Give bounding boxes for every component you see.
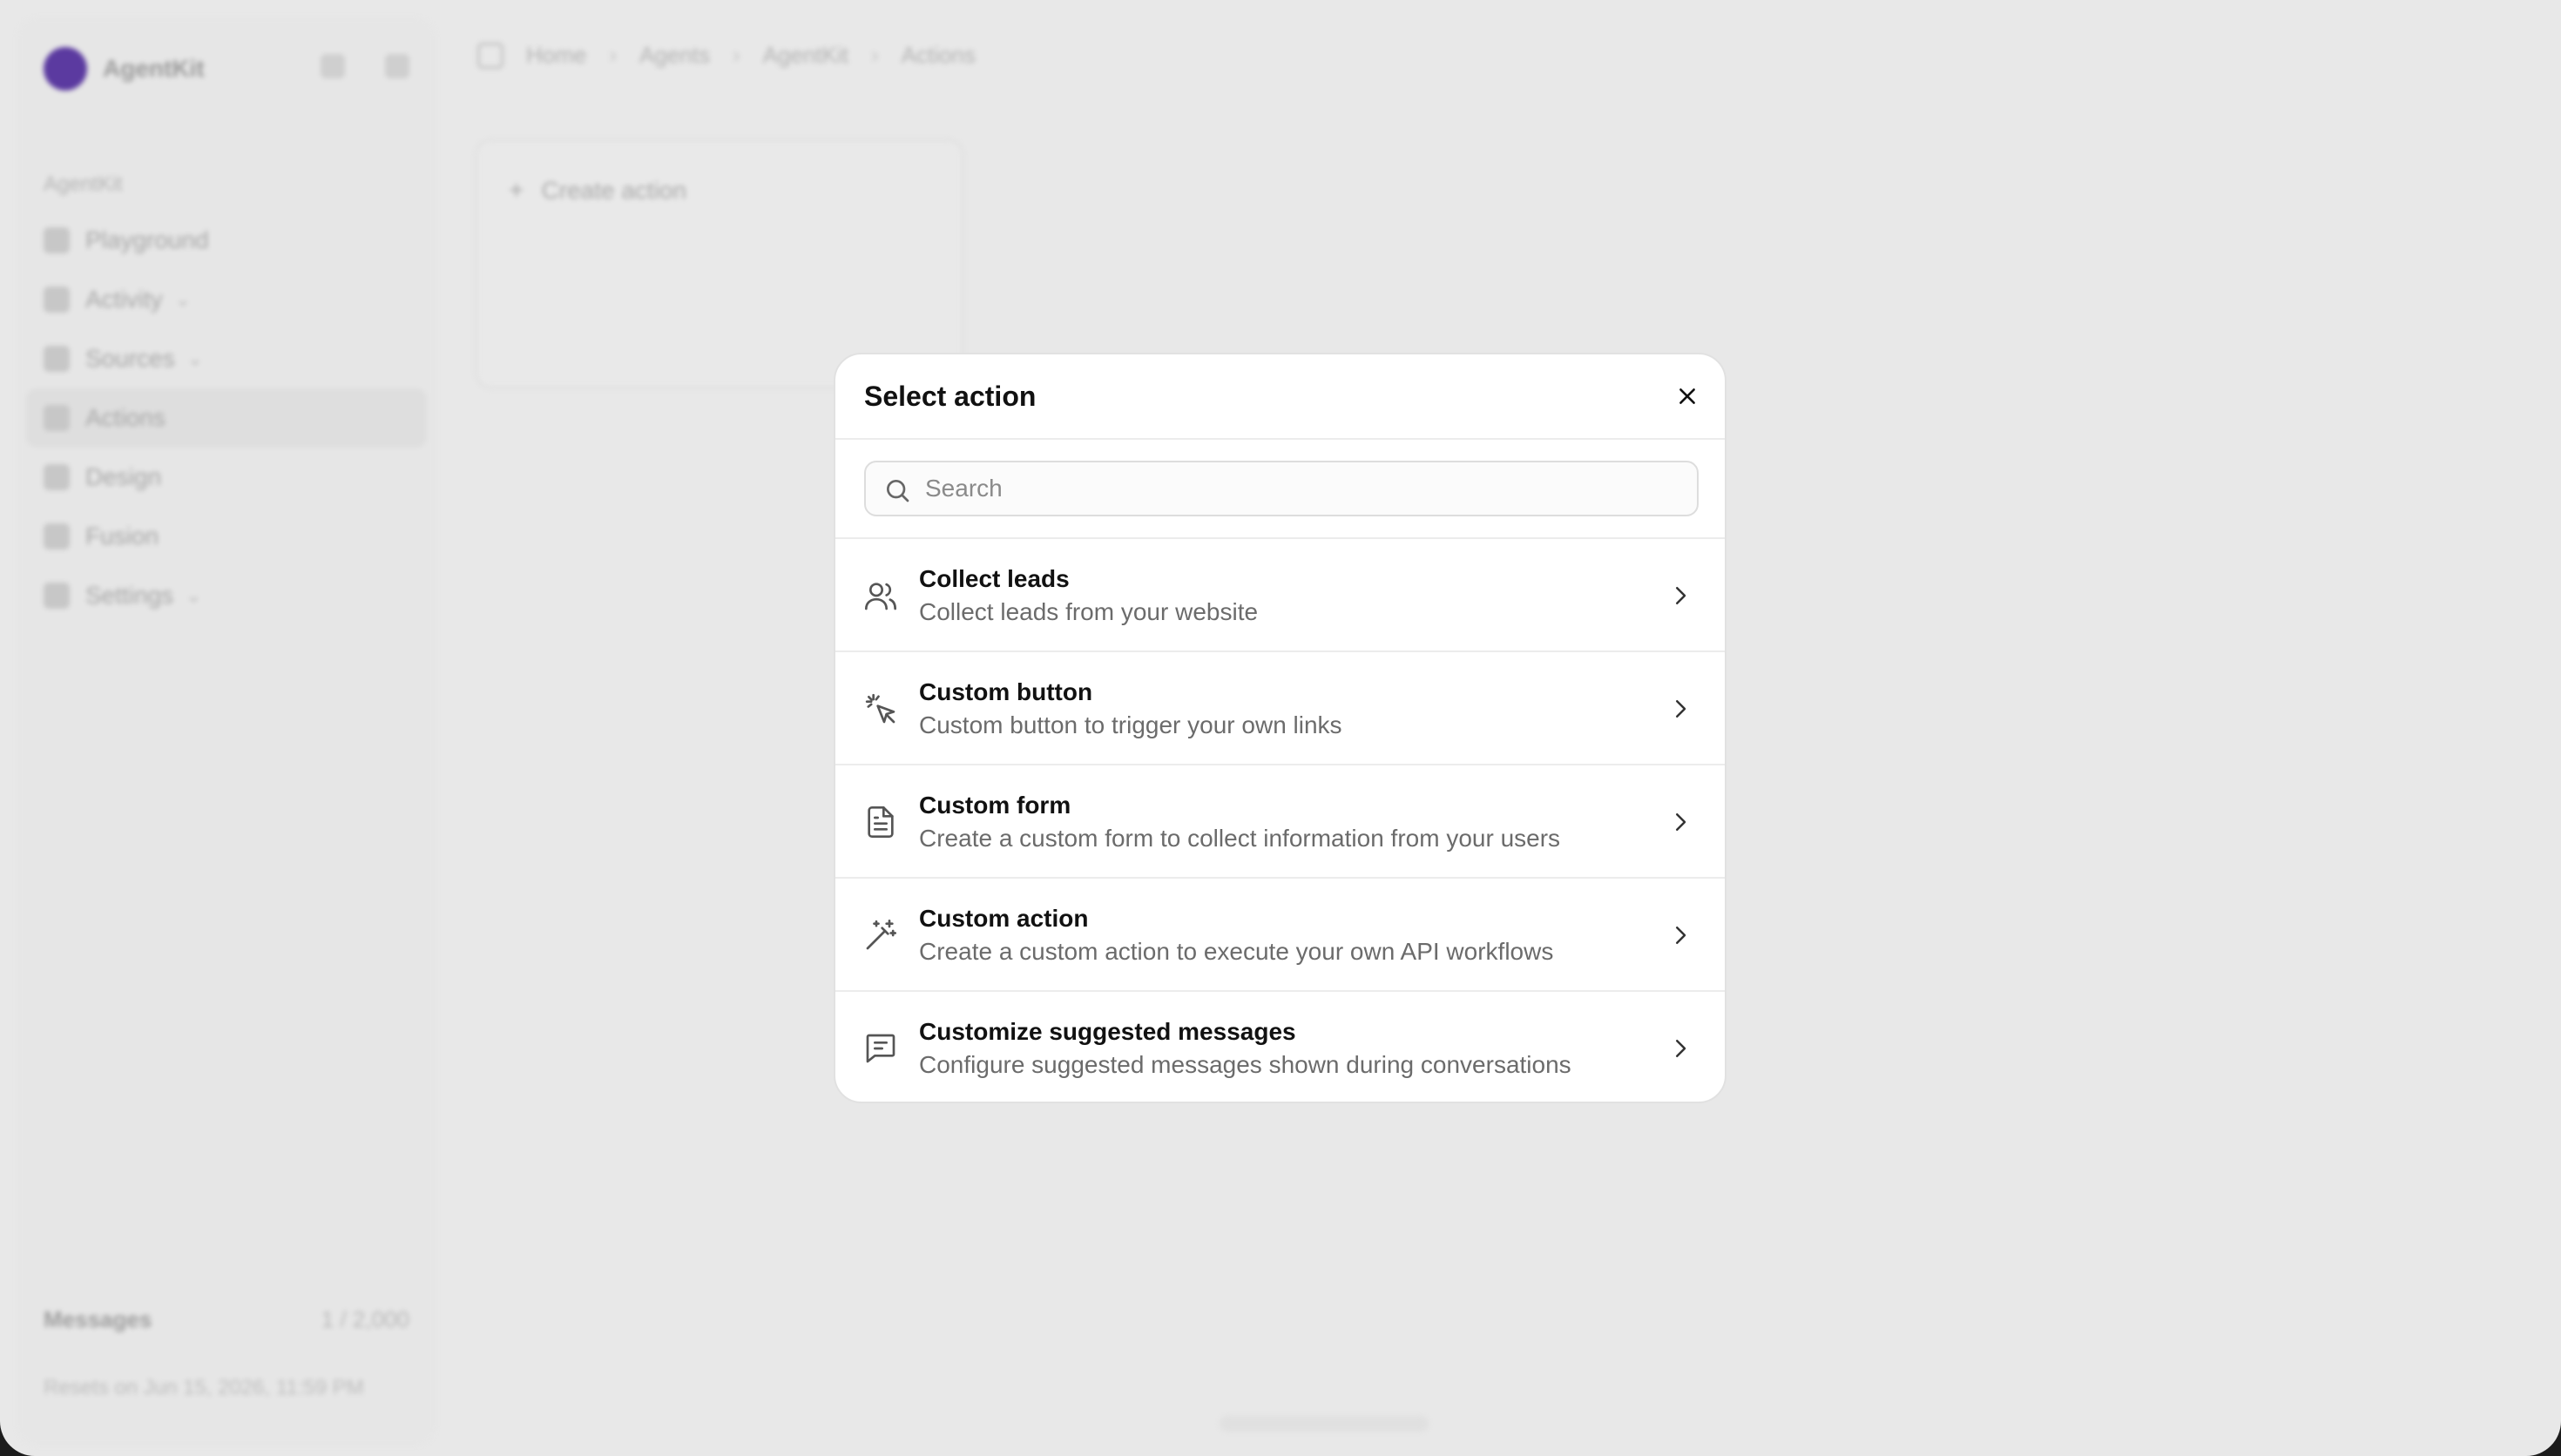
action-item-custom-button[interactable]: Custom button Custom button to trigger y… xyxy=(835,652,1725,765)
sidebar-item-actions[interactable]: Actions xyxy=(26,388,427,448)
more-icon[interactable] xyxy=(321,54,345,78)
breadcrumb-separator-icon: › xyxy=(732,42,740,68)
chevron-right-icon xyxy=(1676,927,1686,944)
bottom-indicator xyxy=(1220,1416,1429,1432)
chevron-down-icon: ⌄ xyxy=(186,347,204,369)
chevron-down-icon: ⌄ xyxy=(186,584,202,606)
action-text: Customize suggested messages Configure s… xyxy=(919,1016,1571,1082)
usage-reset-note: Resets on Jun 15, 2026, 11:59 PM xyxy=(44,1376,364,1399)
sidebar-header-icons xyxy=(321,54,409,78)
breadcrumb-separator-icon: › xyxy=(609,42,618,68)
fusion-icon xyxy=(44,523,70,549)
sidebar-toggle-icon[interactable] xyxy=(477,42,503,69)
sidebar-item-label: Settings xyxy=(85,582,174,609)
action-text: Custom form Create a custom form to coll… xyxy=(919,790,1560,856)
users-icon xyxy=(865,583,896,610)
sidebar-item-label: Actions xyxy=(85,404,166,431)
modal-title: Select action xyxy=(864,381,1037,412)
create-action-button[interactable]: + Create action xyxy=(509,176,686,206)
create-action-label: Create action xyxy=(541,177,687,204)
actions-icon xyxy=(44,405,70,431)
usage-count: 1 / 2,000 xyxy=(321,1306,409,1332)
sidebar-item-label: Design xyxy=(85,463,162,490)
action-title: Collect leads xyxy=(919,565,1070,592)
brand-name: AgentKit xyxy=(103,55,205,82)
action-item-custom-form[interactable]: Custom form Create a custom form to coll… xyxy=(835,765,1725,879)
chevron-right-icon xyxy=(1676,813,1686,831)
breadcrumb-separator-icon: › xyxy=(870,42,879,68)
action-text: Custom button Custom button to trigger y… xyxy=(919,677,1342,743)
modal-header: Select action xyxy=(835,354,1725,440)
select-action-modal: Select action Search Collect leads Colle… xyxy=(834,353,1726,1103)
sidebar-section-label: AgentKit xyxy=(44,172,123,196)
action-title: Custom form xyxy=(919,792,1071,819)
search-box[interactable] xyxy=(864,461,1699,516)
action-item-custom-action[interactable]: Custom action Create a custom action to … xyxy=(835,879,1725,992)
action-description: Create a custom form to collect informat… xyxy=(919,825,1561,852)
action-text: Collect leads Collect leads from your we… xyxy=(919,563,1258,630)
sidebar-item-settings[interactable]: Settings ⌄ xyxy=(26,566,427,625)
action-text: Custom action Create a custom action to … xyxy=(919,903,1553,969)
sidebar-item-sources[interactable]: Sources ⌄ xyxy=(26,329,427,388)
usage-meter: Messages 1 / 2,000 xyxy=(44,1306,409,1333)
sidebar-item-label: Activity xyxy=(85,286,163,313)
pointer-click-icon xyxy=(865,693,895,724)
action-title: Custom action xyxy=(919,905,1089,932)
action-item-collect-leads[interactable]: Collect leads Collect leads from your we… xyxy=(835,539,1725,652)
breadcrumb-item[interactable]: AgentKit xyxy=(763,42,848,69)
design-icon xyxy=(44,464,70,490)
chevron-right-icon xyxy=(1676,587,1686,604)
sidebar-item-playground[interactable]: Playground xyxy=(26,211,427,270)
action-item-customize-suggested-messages[interactable]: Customize suggested messages Configure s… xyxy=(835,992,1725,1102)
breadcrumb: Home › Agents › AgentKit › Actions xyxy=(477,42,976,69)
settings-gear-icon[interactable] xyxy=(385,54,409,78)
activity-icon xyxy=(44,286,70,313)
close-button[interactable] xyxy=(1669,378,1706,415)
usage-label: Messages xyxy=(44,1306,152,1332)
action-description: Collect leads from your website xyxy=(919,598,1259,625)
app-window: AgentKit AgentKit Playground Activity ⌄ … xyxy=(0,0,2561,1456)
sources-icon xyxy=(44,346,70,372)
sidebar-item-label: Playground xyxy=(85,226,209,253)
sidebar-item-fusion[interactable]: Fusion xyxy=(26,507,427,566)
document-icon xyxy=(868,806,894,838)
action-list: Collect leads Collect leads from your we… xyxy=(835,539,1725,1102)
playground-icon xyxy=(44,227,70,253)
create-action-card: + Create action xyxy=(476,139,963,388)
action-description: Custom button to trigger your own links xyxy=(919,711,1342,738)
chevron-right-icon xyxy=(1676,1040,1686,1057)
search-input[interactable] xyxy=(925,462,1683,515)
chevron-right-icon xyxy=(1676,700,1686,718)
close-icon xyxy=(1679,388,1695,404)
sidebar-nav: Playground Activity ⌄ Sources ⌄ Actions … xyxy=(26,211,427,625)
brand[interactable]: AgentKit xyxy=(44,47,205,91)
sidebar: AgentKit AgentKit Playground Activity ⌄ … xyxy=(17,17,436,1446)
breadcrumb-item[interactable]: Home xyxy=(526,42,586,69)
magic-wand-icon xyxy=(866,920,896,950)
settings-icon xyxy=(44,583,70,609)
action-description: Configure suggested messages shown durin… xyxy=(919,1051,1571,1078)
plus-icon: + xyxy=(509,176,524,205)
action-title: Customize suggested messages xyxy=(919,1018,1296,1045)
action-title: Custom button xyxy=(919,678,1093,705)
breadcrumb-item[interactable]: Agents xyxy=(639,42,710,69)
chevron-down-icon: ⌄ xyxy=(174,288,192,310)
search-section xyxy=(835,440,1725,539)
breadcrumb-item: Actions xyxy=(901,42,976,68)
sidebar-item-label: Fusion xyxy=(85,522,159,549)
sidebar-item-label: Sources xyxy=(85,345,175,372)
sidebar-item-activity[interactable]: Activity ⌄ xyxy=(26,270,427,329)
sidebar-item-design[interactable]: Design xyxy=(26,448,427,507)
search-icon xyxy=(887,480,909,502)
brand-avatar xyxy=(44,47,87,91)
action-description: Create a custom action to execute your o… xyxy=(919,938,1554,965)
message-square-icon xyxy=(866,1034,895,1063)
